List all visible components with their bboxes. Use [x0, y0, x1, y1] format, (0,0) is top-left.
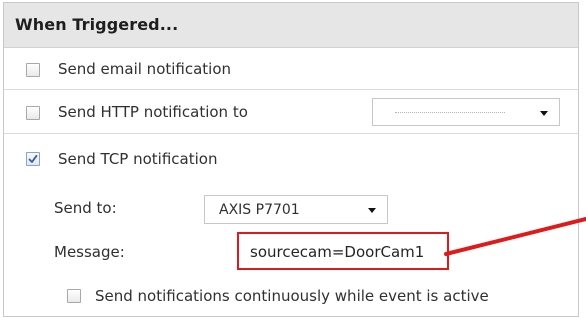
send-to-label: Send to:: [54, 199, 117, 217]
message-input[interactable]: sourcecam=DoorCam1: [237, 232, 449, 270]
email-notification-label: Send email notification: [58, 60, 232, 78]
chevron-down-icon: [368, 208, 376, 213]
section-title: When Triggered...: [15, 15, 179, 34]
email-notification-checkbox[interactable]: [26, 63, 40, 77]
chevron-down-icon: [540, 111, 548, 116]
send-to-select[interactable]: AXIS P7701: [204, 195, 388, 224]
http-notification-label: Send HTTP notification to: [58, 103, 248, 121]
continuous-notification-checkbox[interactable]: [67, 289, 81, 303]
tcp-notification-checkbox[interactable]: [26, 152, 40, 166]
tcp-notification-label: Send TCP notification: [58, 150, 218, 168]
section-header: When Triggered...: [4, 3, 578, 48]
checkmark-icon: [28, 154, 38, 163]
http-notification-checkbox[interactable]: [26, 106, 40, 120]
continuous-notification-label: Send notifications continuously while ev…: [95, 287, 489, 305]
empty-selection-line: [395, 112, 505, 113]
event-settings-panel: When Triggered... Send email notificatio…: [3, 2, 579, 317]
message-label: Message:: [54, 243, 125, 261]
http-recipient-select[interactable]: [372, 98, 560, 126]
email-notification-row[interactable]: Send email notification: [4, 48, 578, 90]
send-to-value: AXIS P7701: [219, 202, 300, 218]
message-value: sourcecam=DoorCam1: [250, 243, 425, 261]
